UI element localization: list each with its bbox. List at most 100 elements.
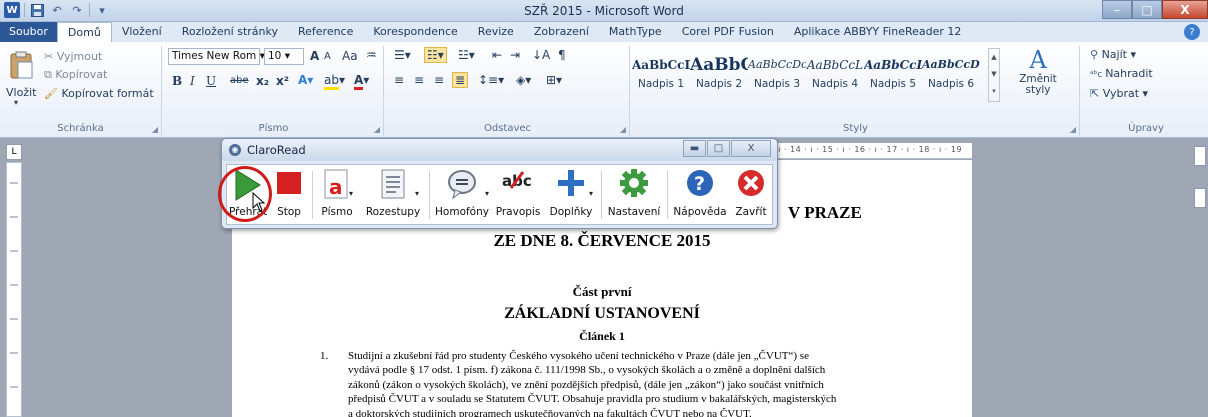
claroread-close-button[interactable]: X (731, 140, 771, 157)
tab-page-layout[interactable]: Rozložení stránky (172, 22, 288, 42)
maximize-button[interactable]: □ (1132, 0, 1162, 19)
scissors-icon: ✂ (44, 50, 57, 63)
list-item-number: 1. (320, 350, 329, 362)
line-spacing-icon[interactable]: ↕≡▾ (478, 73, 504, 87)
font-group: Times New Rom ▾ 10 ▾ A A Aa ♒ B I U abe … (164, 46, 384, 136)
font-color-icon[interactable]: A▾ (354, 73, 369, 90)
tab-mathtype[interactable]: MathType (599, 22, 672, 42)
claroread-help-button[interactable]: ? Nápověda (671, 165, 729, 225)
claroread-maximize-button[interactable]: □ (707, 140, 730, 157)
tab-view[interactable]: Zobrazení (524, 22, 599, 42)
window-controls: – □ X (1102, 0, 1208, 19)
font-size-combo[interactable]: 10 ▾ (264, 48, 304, 65)
ruler-marks: 13 · ı · 14 · ı · 15 · ı · 16 · ı · 17 ·… (757, 145, 962, 154)
justify-icon[interactable]: ≣ (452, 72, 469, 88)
tab-file[interactable]: Soubor (0, 22, 57, 42)
clear-format-icon[interactable]: ♒ (366, 48, 377, 62)
bullets-icon[interactable]: ☰▾ (394, 48, 411, 62)
close-button[interactable]: X (1162, 0, 1208, 19)
clipboard-launcher-icon[interactable]: ◢ (152, 125, 158, 134)
font-icon: a (323, 168, 351, 203)
tab-corel-pdf[interactable]: Corel PDF Fusion (672, 22, 784, 42)
plugins-dropdown-icon[interactable]: ▾ (589, 189, 593, 198)
tab-references[interactable]: Reference (288, 22, 363, 42)
homophones-button[interactable]: ▾ Homofóny (433, 165, 491, 225)
claroread-title-bar[interactable]: ◉ ClaroRead ▬ □ X (222, 139, 777, 161)
underline-button[interactable]: U (206, 74, 216, 88)
style-name: Nadpis 3 (753, 78, 801, 90)
homophones-dropdown-icon[interactable]: ▾ (485, 189, 489, 198)
highlight-icon[interactable]: ab▾ (324, 73, 345, 90)
change-styles-button[interactable]: A Změnit styly (1010, 46, 1066, 96)
numbering-icon[interactable]: ☷▾ (424, 47, 447, 63)
change-case-button[interactable]: Aa (342, 49, 358, 63)
replace-button[interactable]: ᵃᵇc Nahradit (1090, 67, 1153, 80)
find-label: Najít (1101, 48, 1127, 61)
grow-font-button[interactable]: A (310, 49, 319, 63)
tab-insert[interactable]: Vložení (112, 22, 172, 42)
paragraph-launcher-icon[interactable]: ◢ (620, 125, 626, 134)
replace-icon: ᵃᵇc (1090, 70, 1106, 80)
tab-home[interactable]: Domů (56, 22, 112, 42)
select-button[interactable]: ⇱ Vybrat ▾ (1090, 87, 1148, 100)
paste-icon[interactable] (6, 50, 36, 80)
strikethrough-button[interactable]: abe (230, 75, 249, 86)
styles-launcher-icon[interactable]: ◢ (1070, 125, 1076, 134)
font-launcher-icon[interactable]: ◢ (374, 125, 380, 134)
tab-mailings[interactable]: Korespondence (363, 22, 467, 42)
tab-selector[interactable]: L (6, 144, 22, 160)
tab-abbyy[interactable]: Aplikace ABBYY FineReader 12 (784, 22, 972, 42)
show-formatting-icon[interactable]: ¶ (558, 48, 566, 62)
copy-button[interactable]: ⧉ Kopírovat (44, 68, 107, 82)
spacing-button[interactable]: ▾ Rozestupy (363, 165, 423, 225)
view-ruler-toggle[interactable] (1194, 146, 1206, 166)
settings-button[interactable]: Nastavení (605, 165, 663, 225)
subscript-button[interactable]: x₂ (256, 74, 269, 88)
scroll-up-button[interactable] (1194, 188, 1206, 208)
plugins-button[interactable]: ▾ Doplňky (545, 165, 597, 225)
font-button[interactable]: a ▾ Písmo (317, 165, 357, 225)
minimize-button[interactable]: – (1102, 0, 1132, 19)
style-heading-4[interactable]: AaBbCcL Nadpis 4 (806, 48, 864, 100)
superscript-button[interactable]: x² (276, 74, 289, 88)
style-heading-3[interactable]: AaBbCcDc Nadpis 3 (748, 48, 806, 100)
claroread-minimize-button[interactable]: ▬ (683, 140, 706, 157)
spacing-dropdown-icon[interactable]: ▾ (415, 189, 419, 198)
cut-button[interactable]: ✂ Vyjmout (44, 50, 102, 63)
style-heading-5[interactable]: AaBbCcL Nadpis 5 (864, 48, 922, 100)
text-effects-icon[interactable]: A▾ (298, 73, 313, 87)
claroread-exit-button[interactable]: Zavřít (731, 165, 771, 225)
align-left-icon[interactable]: ≡ (394, 73, 404, 87)
increase-indent-icon[interactable]: ⇥ (510, 48, 520, 62)
align-center-icon[interactable]: ≡ (414, 73, 424, 87)
format-painter-button[interactable]: 🖌 Kopírovat formát (44, 87, 154, 100)
align-right-icon[interactable]: ≡ (434, 73, 444, 87)
stop-button[interactable]: Stop (271, 165, 307, 225)
shrink-font-button[interactable]: A (324, 51, 331, 62)
shading-icon[interactable]: ◈▾ (516, 73, 531, 87)
sort-icon[interactable]: ↓A (532, 48, 550, 62)
font-dropdown-icon[interactable]: ▾ (349, 189, 353, 198)
paste-dropdown-icon[interactable]: ▾ (14, 98, 18, 107)
spellcheck-button[interactable]: abc Pravopis (493, 165, 543, 225)
font-name-value: Times New Rom (172, 50, 257, 62)
clipboard-group-label: Schránka (57, 123, 104, 134)
multilevel-list-icon[interactable]: ☳▾ (458, 48, 475, 62)
toolbar-separator (601, 171, 602, 219)
find-button[interactable]: ⚲ Najít ▾ (1090, 48, 1136, 61)
style-heading-6[interactable]: AaBbCcDc Nadpis 6 (922, 48, 980, 100)
italic-button[interactable]: I (190, 74, 195, 88)
plugins-label: Doplňky (549, 206, 593, 218)
decrease-indent-icon[interactable]: ⇤ (492, 48, 502, 62)
font-name-combo[interactable]: Times New Rom ▾ (168, 48, 265, 65)
bold-button[interactable]: B (172, 74, 182, 88)
font-group-label: Písmo (258, 123, 289, 134)
paste-button[interactable]: Vložit (6, 86, 36, 99)
styles-scroll[interactable]: ▲ ▼ ▾ (988, 48, 1000, 102)
style-heading-1[interactable]: AaBbCcDd Nadpis 1 (632, 48, 690, 100)
style-name: Nadpis 2 (695, 78, 743, 90)
tab-review[interactable]: Revize (468, 22, 524, 42)
borders-icon[interactable]: ⊞▾ (546, 73, 562, 87)
help-icon[interactable]: ? (1184, 24, 1200, 40)
style-heading-2[interactable]: AaBbC Nadpis 2 (690, 48, 748, 100)
